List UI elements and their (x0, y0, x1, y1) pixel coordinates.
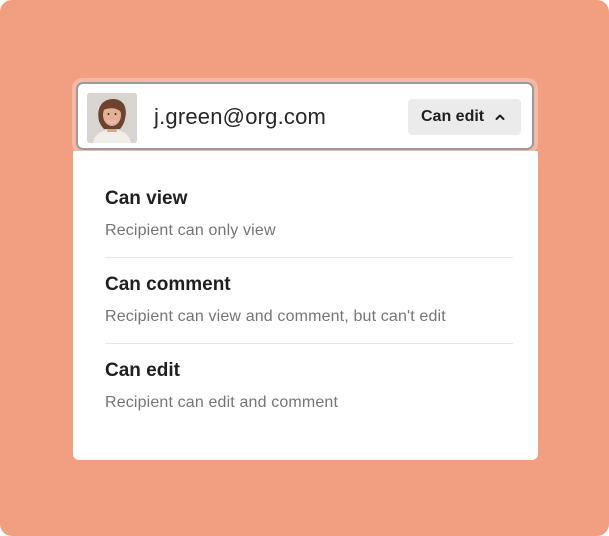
permission-option-can-comment[interactable]: Can comment Recipient can view and comme… (105, 237, 513, 325)
user-photo-icon (87, 93, 137, 143)
permission-button-label: Can edit (421, 108, 485, 125)
recipient-field[interactable]: j.green@org.com Can edit (76, 82, 534, 150)
avatar (87, 93, 137, 143)
recipient-email: j.green@org.com (154, 104, 327, 129)
background-panel: j.green@org.com Can edit Can view Recipi… (0, 0, 609, 536)
chevron-up-icon (495, 114, 505, 120)
permission-menu: Can view Recipient can only view Can com… (73, 151, 538, 460)
permission-option-can-edit[interactable]: Can edit Recipient can edit and comment (105, 323, 513, 411)
option-description: Recipient can edit and comment (105, 394, 339, 411)
option-title: Can view (105, 188, 188, 209)
option-title: Can edit (105, 360, 180, 381)
permission-dropdown-button[interactable]: Can edit (408, 99, 521, 135)
permission-option-can-view[interactable]: Can view Recipient can only view (105, 151, 513, 239)
recipient-row: j.green@org.com Can edit (72, 78, 538, 154)
option-title: Can comment (105, 274, 231, 295)
